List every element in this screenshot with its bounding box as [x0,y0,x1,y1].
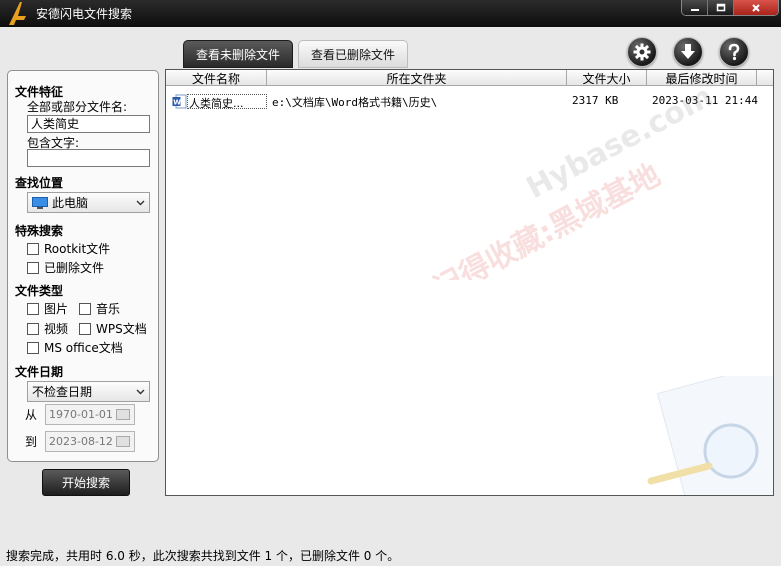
results-list[interactable]: 文件名称 所在文件夹 文件大小 最后修改时间 W 人类简史... e:\文档库\… [165,69,774,496]
date-to-row: 到 2023-08-12 [25,431,135,452]
ms-office-label: MS office文档 [44,341,123,355]
date-from-label: 从 [25,408,38,422]
date-to-label: 到 [25,435,38,449]
help-icon [728,43,740,61]
wps-checkbox[interactable]: WPS文档 [79,320,147,337]
window-controls [681,0,779,16]
date-from-row: 从 1970-01-01 [25,404,135,425]
date-from-field: 1970-01-01 [45,404,135,425]
tab-deleted-files[interactable]: 查看已删除文件 [298,40,408,68]
tab-undeleted-files[interactable]: 查看未删除文件 [183,40,293,68]
help-button[interactable] [719,37,749,67]
close-icon [752,3,760,12]
download-icon [681,44,695,59]
search-options-panel: 文件特征 全部或部分文件名: 人类简史 包含文字: 查找位置 此电脑 特殊搜索 … [7,70,159,462]
checkbox-box [27,261,39,274]
chevron-down-icon [136,389,145,395]
minimize-button[interactable] [682,0,708,15]
image-checkbox[interactable]: 图片 [27,300,68,317]
gear-icon [633,43,651,61]
date-from-value: 1970-01-01 [49,408,113,421]
column-header-name[interactable]: 文件名称 [166,70,267,86]
start-search-button[interactable]: 开始搜索 [42,469,130,496]
filename-label: 全部或部分文件名: [27,100,128,114]
checkbox-box [27,302,39,315]
minimize-icon [690,8,699,11]
rootkit-checkbox[interactable]: Rootkit文件 [27,240,110,257]
settings-button[interactable] [627,37,657,67]
video-checkbox[interactable]: 视频 [27,320,68,337]
special-search-title: 特殊搜索 [15,224,64,238]
ms-office-checkbox[interactable]: MS office文档 [27,339,123,356]
checkbox-box [27,242,39,255]
modified-cell: 2023-03-11 21:44 [652,94,758,107]
checkbox-box [79,322,91,335]
title-bar: 安德闪电文件搜索 [0,0,781,27]
filename-input[interactable]: 人类简史 [27,115,150,133]
file-name-cell: 人类简史... [187,94,267,109]
maximize-button[interactable] [708,0,734,15]
column-header-modified[interactable]: 最后修改时间 [647,70,757,86]
word-document-icon: W [172,94,187,109]
deleted-files-label: 已删除文件 [44,261,105,275]
column-header-folder[interactable]: 所在文件夹 [267,70,567,86]
folder-cell: e:\文档库\Word格式书籍\历史\ [272,96,438,109]
table-row[interactable]: W 人类简史... e:\文档库\Word格式书籍\历史\ 2317 KB 20… [166,92,773,110]
app-logo-icon [9,2,26,25]
contains-text-input[interactable] [27,149,150,167]
calendar-icon [116,436,130,447]
close-button[interactable] [734,0,778,15]
image-label: 图片 [44,302,69,316]
location-title: 查找位置 [15,176,64,190]
file-types-title: 文件类型 [15,284,64,298]
checkbox-box [27,322,39,335]
deleted-files-checkbox[interactable]: 已删除文件 [27,259,104,276]
date-to-value: 2023-08-12 [49,435,113,448]
window-title: 安德闪电文件搜索 [36,7,133,21]
music-checkbox[interactable]: 音乐 [79,300,120,317]
magnifier-decoration-icon [647,376,773,495]
location-select[interactable]: 此电脑 [27,192,150,213]
checkbox-box [27,341,39,354]
checkbox-box [79,302,91,315]
status-text: 搜索完成，共用时 6.0 秒，此次搜索共找到文件 1 个，已删除文件 0 个。 [6,549,400,563]
rootkit-label: Rootkit文件 [44,242,111,256]
date-to-field: 2023-08-12 [45,431,135,452]
svg-text:W: W [173,99,181,107]
size-cell: 2317 KB [572,94,619,107]
chevron-down-icon [136,200,145,206]
date-mode-value: 不检查日期 [32,385,93,399]
file-date-title: 文件日期 [15,365,64,379]
results-header: 文件名称 所在文件夹 文件大小 最后修改时间 [166,70,773,86]
video-label: 视频 [44,322,69,336]
location-value: 此电脑 [52,196,89,210]
calendar-icon [116,409,130,420]
music-label: 音乐 [96,302,121,316]
download-button[interactable] [673,37,703,67]
date-mode-select[interactable]: 不检查日期 [27,381,150,402]
column-header-size[interactable]: 文件大小 [567,70,647,86]
maximize-icon [716,3,725,11]
computer-icon [32,196,48,209]
wps-label: WPS文档 [96,322,147,336]
